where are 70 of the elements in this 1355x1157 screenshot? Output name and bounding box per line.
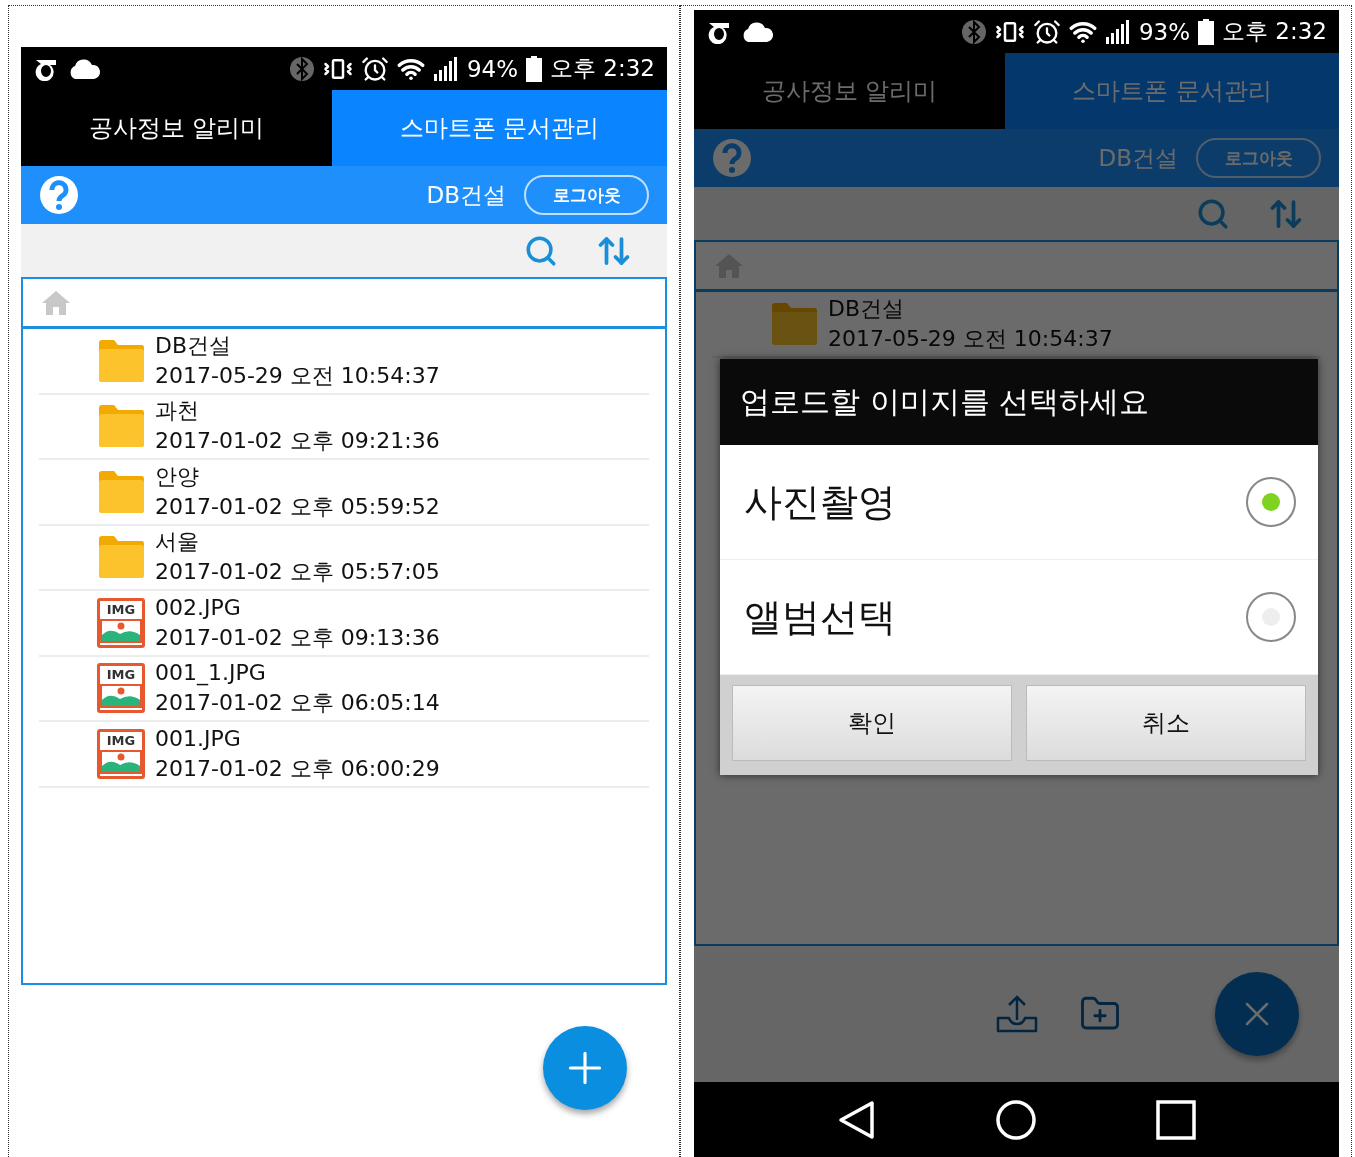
file-list-item[interactable]: IMG 001.JPG 2017-01-02 오후 06:00:29: [39, 722, 649, 788]
help-icon[interactable]: [39, 175, 79, 215]
file-list-item[interactable]: IMG 001_1.JPG 2017-01-02 오후 06:05:14: [39, 656, 649, 722]
file-name: 001.JPG: [155, 724, 242, 753]
file-name: 001_1.JPG: [155, 659, 267, 688]
battery-icon: [1198, 18, 1215, 45]
folder-icon: [97, 469, 145, 514]
dialog-option[interactable]: 사진촬영: [720, 445, 1318, 560]
folder-icon: [97, 338, 145, 383]
radio-button[interactable]: [1246, 592, 1296, 642]
image-icon-label: IMG: [106, 600, 136, 619]
recent-apps-icon[interactable]: [1155, 1099, 1196, 1140]
image-icon-label: IMG: [106, 731, 136, 750]
alarm-icon: [360, 54, 389, 83]
file-list-item[interactable]: IMG 002.JPG 2017-01-02 오후 09:13:36: [39, 591, 649, 657]
home-circle-icon[interactable]: [995, 1099, 1036, 1140]
search-icon[interactable]: [1196, 196, 1230, 231]
clock-time: 오후 2:32: [550, 54, 655, 83]
file-name: 안양: [155, 462, 200, 491]
file-date: 2017-01-02 오후 06:00:29: [155, 754, 440, 783]
tab[interactable]: 스마트폰 문서관리: [332, 90, 667, 166]
bluetooth-icon: [288, 55, 315, 82]
file-date: 2017-05-29 오전 10:54:37: [828, 324, 1113, 353]
company-name: DB건설: [426, 180, 506, 210]
signal-icon: [1104, 18, 1131, 45]
file-list-item[interactable]: 서울 2017-01-02 오후 05:57:05: [39, 525, 649, 591]
option-label: 앨범선택: [744, 593, 896, 641]
close-button[interactable]: [1215, 972, 1299, 1056]
dialog-button[interactable]: 취소: [1026, 685, 1306, 761]
search-icon[interactable]: [524, 233, 558, 268]
file-date: 2017-01-02 오후 05:57:05: [155, 558, 440, 587]
file-list-item[interactable]: 과천 2017-01-02 오후 09:21:36: [39, 394, 649, 460]
file-list-item[interactable]: DB건설 2017-05-29 오전 10:54:37: [712, 292, 1321, 358]
folder-icon: [97, 404, 145, 449]
dialog-option[interactable]: 앨범선택: [720, 560, 1318, 675]
picture-icon: [100, 684, 142, 709]
upload-icon[interactable]: [995, 994, 1039, 1034]
radio-button[interactable]: [1246, 477, 1296, 527]
picture-icon: [100, 749, 142, 774]
file-name: 과천: [155, 397, 200, 426]
dialog-button[interactable]: 확인: [732, 685, 1012, 761]
image-icon-label: IMG: [106, 666, 136, 685]
folder-icon: [97, 535, 145, 580]
file-date: 2017-01-02 오후 09:13:36: [155, 623, 440, 652]
option-label: 사진촬영: [744, 478, 896, 526]
picture-icon: [100, 618, 142, 643]
file-date: 2017-05-29 오전 10:54:37: [155, 361, 440, 390]
dialog-title: 업로드할 이미지를 선택하세요: [740, 382, 1150, 421]
file-name: 002.JPG: [155, 593, 242, 622]
bluetooth-icon: [960, 18, 987, 45]
file-list-item[interactable]: 안양 2017-01-02 오후 05:59:52: [39, 460, 649, 526]
home-icon[interactable]: [41, 289, 71, 316]
file-list-item[interactable]: DB건설 2017-05-29 오전 10:54:37: [39, 329, 649, 395]
company-name: DB건설: [1098, 143, 1178, 173]
file-date: 2017-01-02 오후 06:05:14: [155, 689, 440, 718]
file-name: DB건설: [828, 294, 906, 323]
battery-percent: 93%: [1138, 18, 1191, 45]
alarm-icon: [1032, 17, 1061, 46]
battery-percent: 94%: [466, 55, 519, 82]
clock-time: 오후 2:32: [1222, 17, 1327, 46]
file-name: 서울: [155, 528, 200, 557]
file-date: 2017-01-02 오후 05:59:52: [155, 492, 440, 521]
battery-icon: [526, 55, 543, 82]
folder-icon: [770, 301, 818, 346]
back-icon[interactable]: [837, 1099, 876, 1140]
add-button[interactable]: [543, 1025, 627, 1110]
signal-icon: [432, 55, 459, 82]
file-date: 2017-01-02 오후 09:21:36: [155, 427, 440, 456]
file-name: DB건설: [155, 331, 233, 360]
help-icon[interactable]: [712, 138, 752, 178]
